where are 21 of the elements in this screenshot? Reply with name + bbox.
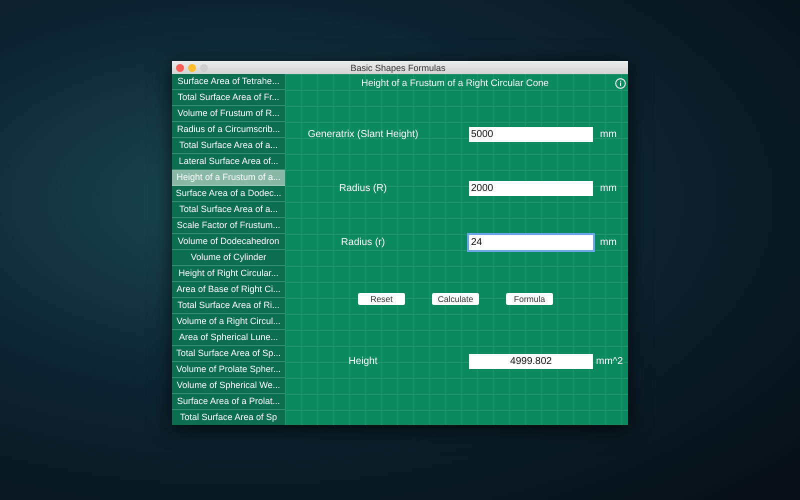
result-field: 4999.802 [469, 354, 593, 369]
field-label: Radius (R) [338, 183, 388, 194]
input-field[interactable]: 2000 [469, 181, 593, 196]
action-button[interactable]: Calculate [432, 293, 479, 305]
close-button[interactable] [176, 64, 184, 72]
result-label: Height [348, 356, 378, 367]
formula-title: Height of a Frustum of a Right Circular Cone [360, 78, 550, 88]
input-field[interactable]: 5000 [469, 127, 593, 142]
minimize-button[interactable] [188, 64, 196, 72]
input-field[interactable]: 24 [469, 235, 593, 250]
action-button[interactable]: Formula [506, 293, 553, 305]
unit-label: mm [599, 237, 618, 248]
field-label: Generatrix (Slant Height) [306, 129, 420, 140]
zoom-button[interactable] [200, 64, 208, 72]
window-title: Basic Shapes Formulas [349, 62, 447, 72]
field-label: Radius (r) [340, 237, 386, 248]
unit-label: mm^2 [595, 356, 624, 367]
info-icon[interactable] [615, 78, 626, 88]
unit-label: mm [599, 183, 618, 194]
action-button[interactable]: Reset [358, 293, 405, 305]
unit-label: mm [599, 129, 618, 140]
